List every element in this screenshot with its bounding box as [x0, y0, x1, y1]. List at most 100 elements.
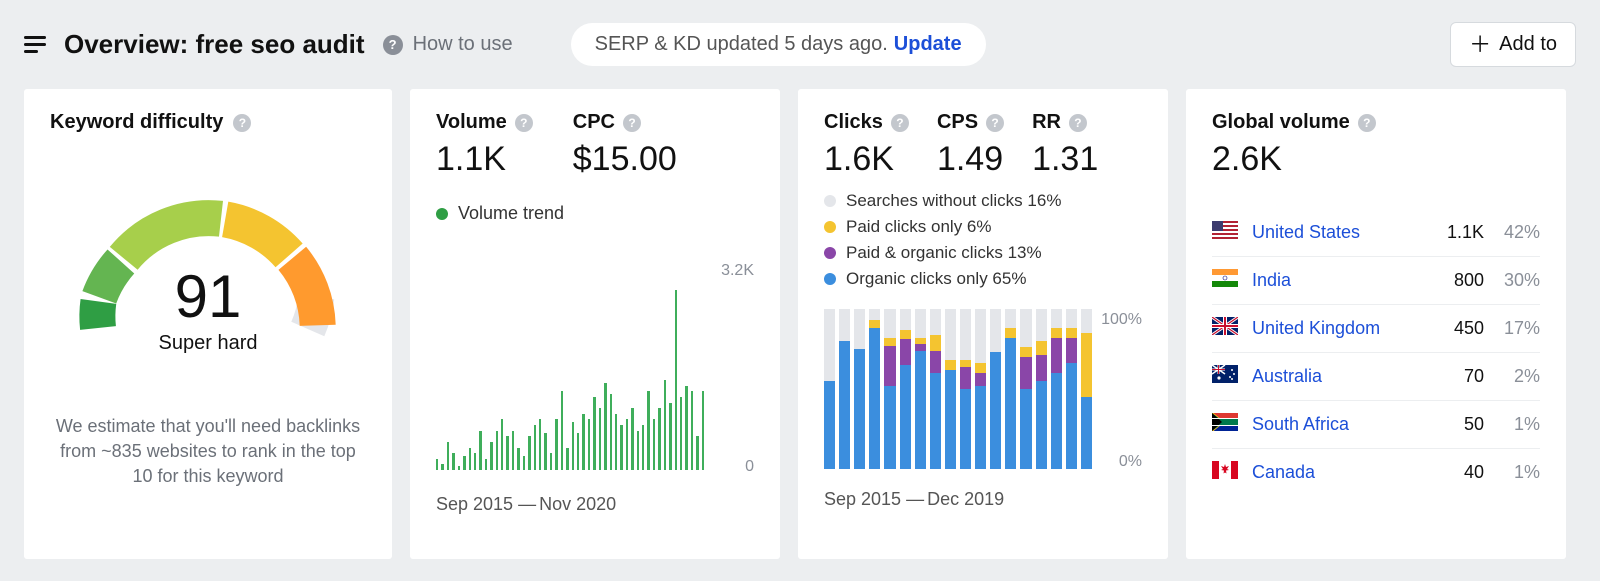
dot-icon: [824, 221, 836, 233]
cpc-value: $15.00: [573, 140, 677, 179]
bar: [664, 380, 666, 470]
flag-icon: [1212, 317, 1252, 340]
help-icon[interactable]: ?: [623, 114, 641, 132]
volume-value: 1.1K: [436, 140, 533, 179]
stacked-bar: [854, 309, 865, 469]
help-icon: ?: [383, 35, 403, 55]
bar: [561, 391, 563, 470]
country-row[interactable]: United States1.1K42%: [1212, 209, 1540, 257]
bar: [441, 464, 443, 470]
country-row[interactable]: Canada401%: [1212, 449, 1540, 496]
bar: [637, 431, 639, 470]
bar: [691, 391, 693, 470]
stacked-bar: [1020, 309, 1031, 469]
leg: Organic clicks only 65%: [846, 269, 1026, 289]
update-pill-text: SERP & KD updated 5 days ago.: [595, 33, 888, 56]
bar: [463, 456, 465, 470]
how-to-use-link[interactable]: ? How to use: [383, 33, 513, 56]
help-icon[interactable]: ?: [986, 114, 1004, 132]
global-label: Global volume: [1212, 111, 1350, 134]
country-name[interactable]: Australia: [1252, 366, 1424, 387]
update-pill[interactable]: SERP & KD updated 5 days ago. Update: [571, 23, 986, 66]
bar: [544, 433, 546, 470]
country-row[interactable]: South Africa501%: [1212, 401, 1540, 449]
help-icon[interactable]: ?: [233, 114, 251, 132]
kd-title: Keyword difficulty: [50, 111, 223, 134]
stacked-bar: [930, 309, 941, 469]
stacked-bar: [915, 309, 926, 469]
country-volume: 40: [1424, 462, 1484, 483]
bar: [512, 431, 514, 470]
stacked-bar: [1005, 309, 1016, 469]
cpc-label: CPC: [573, 111, 615, 134]
bar: [653, 419, 655, 470]
bar: [496, 431, 498, 470]
country-name[interactable]: Canada: [1252, 462, 1424, 483]
country-name[interactable]: South Africa: [1252, 414, 1424, 435]
add-to-label: Add to: [1499, 33, 1557, 56]
stacked-bar: [990, 309, 1001, 469]
bar: [604, 383, 606, 470]
country-pct: 1%: [1484, 462, 1540, 483]
ylab: 100%: [1101, 311, 1142, 329]
dot-icon: [824, 247, 836, 259]
range-to: Dec 2019: [927, 489, 1004, 509]
bar: [523, 456, 525, 470]
bar: [501, 419, 503, 470]
country-volume: 50: [1424, 414, 1484, 435]
menu-icon[interactable]: [24, 32, 46, 57]
country-name[interactable]: United States: [1252, 222, 1424, 243]
dot-icon: [824, 195, 836, 207]
range-to: Nov 2020: [539, 494, 616, 514]
add-to-button[interactable]: ＋ Add to: [1450, 22, 1576, 67]
help-icon[interactable]: ?: [1358, 114, 1376, 132]
help-icon[interactable]: ?: [891, 114, 909, 132]
bar: [452, 453, 454, 470]
volume-card: Volume ? 1.1K CPC ? $15.00 Volume trend …: [410, 89, 780, 559]
country-row[interactable]: India80030%: [1212, 257, 1540, 305]
rr-label: RR: [1032, 111, 1061, 134]
update-link[interactable]: Update: [894, 33, 962, 56]
bar: [566, 448, 568, 471]
leg: Searches without clicks 16%: [846, 191, 1061, 211]
stacked-bar: [1066, 309, 1077, 469]
bar: [534, 425, 536, 470]
country-volume: 450: [1424, 318, 1484, 339]
bar: [506, 436, 508, 470]
bar: [610, 394, 612, 470]
leg: Paid clicks only 6%: [846, 217, 992, 237]
stacked-bar: [1081, 309, 1092, 469]
clicks-chart: 100% 0%: [824, 299, 1142, 475]
volume-label: Volume: [436, 111, 507, 134]
country-pct: 1%: [1484, 414, 1540, 435]
country-pct: 17%: [1484, 318, 1540, 339]
stacked-bar: [1051, 309, 1062, 469]
kd-card: Keyword difficulty ? 91 Super hard We es…: [24, 89, 392, 559]
stacked-bar: [839, 309, 850, 469]
kd-label: Super hard: [78, 332, 338, 355]
flag-icon: [1212, 269, 1252, 292]
plus-icon: ＋: [1469, 34, 1491, 56]
help-icon[interactable]: ?: [1069, 114, 1087, 132]
bar: [555, 419, 557, 470]
help-icon[interactable]: ?: [515, 114, 533, 132]
country-volume: 800: [1424, 270, 1484, 291]
cps-label: CPS: [937, 111, 978, 134]
cps-value: 1.49: [937, 140, 1004, 179]
clicks-card: Clicks ? 1.6K CPS ? 1.49 RR ? 1.31: [798, 89, 1168, 559]
country-row[interactable]: Australia702%: [1212, 353, 1540, 401]
country-name[interactable]: India: [1252, 270, 1424, 291]
bar: [599, 408, 601, 470]
kd-gauge: 91 Super hard: [78, 184, 338, 354]
bar: [680, 397, 682, 470]
bar: [539, 419, 541, 470]
country-row[interactable]: United Kingdom45017%: [1212, 305, 1540, 353]
bar: [702, 391, 704, 470]
bar: [696, 436, 698, 470]
stacked-bar: [900, 309, 911, 469]
bar: [550, 453, 552, 470]
bar: [675, 290, 677, 470]
bar: [647, 391, 649, 470]
country-name[interactable]: United Kingdom: [1252, 318, 1424, 339]
country-pct: 42%: [1484, 222, 1540, 243]
